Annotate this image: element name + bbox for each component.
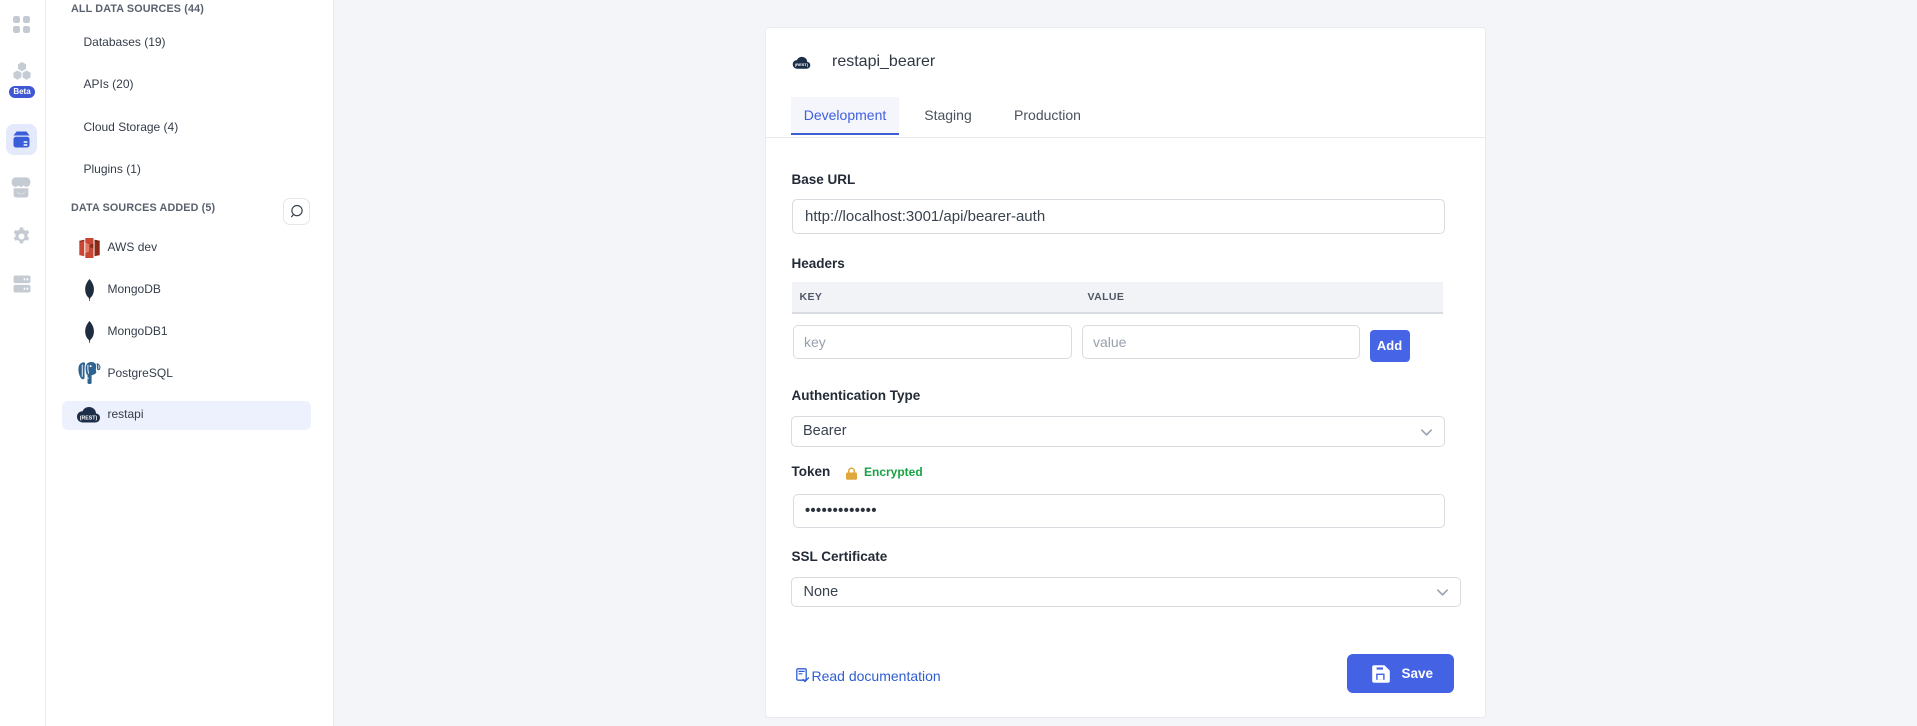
svg-text:(REST): (REST) [80, 415, 98, 421]
svg-text:(REST): (REST) [795, 62, 809, 67]
